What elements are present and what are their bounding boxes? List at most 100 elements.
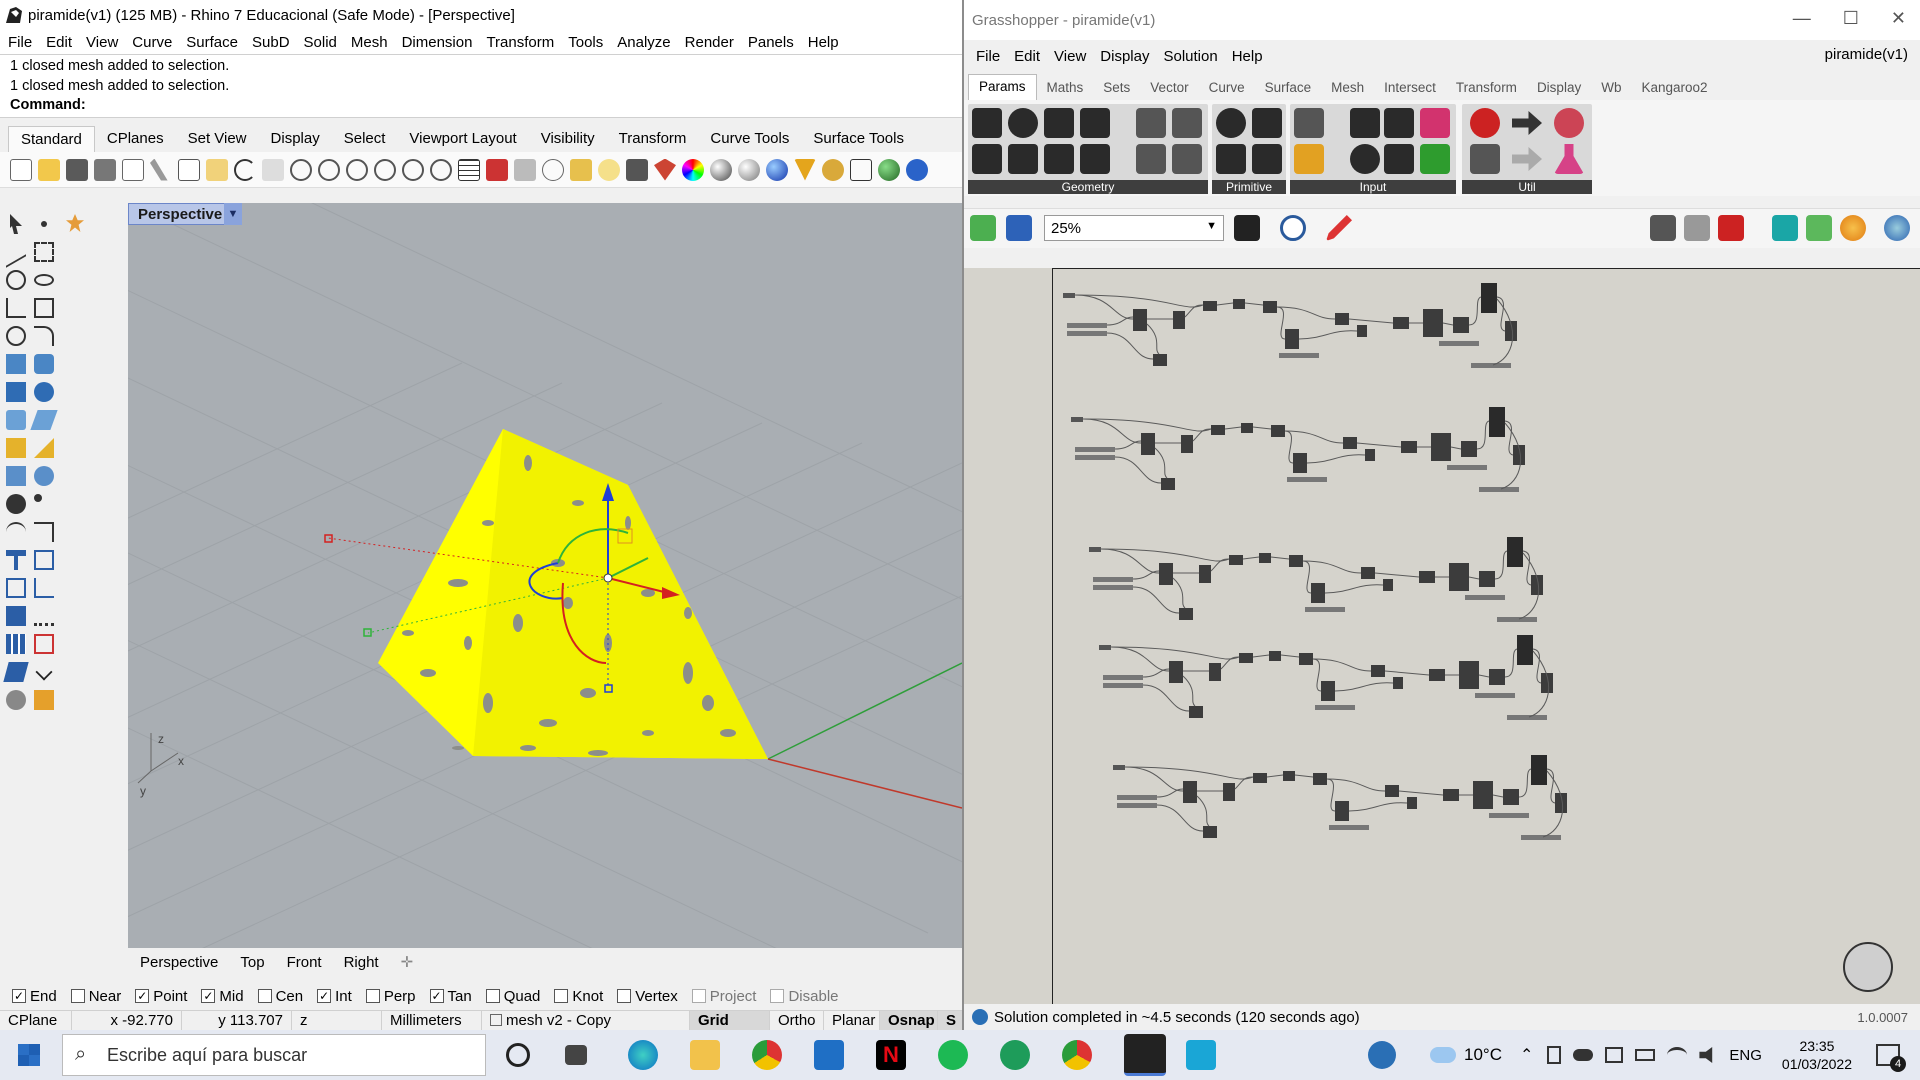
zoom-extents-icon[interactable]: [374, 158, 396, 181]
paste-icon[interactable]: [206, 158, 228, 181]
zoom-extents-icon[interactable]: [1234, 215, 1260, 241]
cplane-icon[interactable]: [542, 158, 564, 181]
tab-curve-tools[interactable]: Curve Tools: [698, 126, 801, 152]
menu-analyze[interactable]: Analyze: [617, 34, 670, 51]
gh-menu-display[interactable]: Display: [1100, 48, 1149, 65]
render-tools-icon[interactable]: [6, 690, 26, 710]
edge-icon[interactable]: [628, 1040, 658, 1070]
preview-eye-icon[interactable]: [1280, 215, 1306, 241]
camera-icon[interactable]: [514, 158, 536, 181]
hatch-icon[interactable]: [34, 606, 54, 626]
gear-options-icon[interactable]: [822, 158, 844, 181]
gh-tab-mesh[interactable]: Mesh: [1321, 80, 1374, 95]
osnap-vertex[interactable]: Vertex: [617, 988, 678, 1005]
gh-tab-maths[interactable]: Maths: [1037, 80, 1094, 95]
cherry-picker-icon[interactable]: [1470, 108, 1500, 138]
arc-icon[interactable]: [6, 298, 26, 318]
select-arrow-icon[interactable]: [10, 214, 22, 234]
shaded-sphere-icon[interactable]: [710, 158, 732, 181]
gh-tab-transform[interactable]: Transform: [1446, 80, 1527, 95]
chevron-up-icon[interactable]: ⌃: [1520, 1045, 1533, 1065]
render-mesh-icon[interactable]: [6, 466, 26, 486]
materials-icon[interactable]: [654, 158, 676, 181]
array-icon[interactable]: [6, 634, 26, 654]
menu-curve[interactable]: Curve: [132, 34, 172, 51]
zoom-window-icon[interactable]: [346, 158, 368, 181]
mesh-icon[interactable]: [6, 438, 26, 458]
device-icon[interactable]: [1547, 1046, 1562, 1064]
osnap-mid[interactable]: ✓ Mid: [201, 988, 244, 1005]
color-sphere-icon[interactable]: [1840, 215, 1866, 241]
light-bulb-icon[interactable]: [598, 158, 620, 181]
box-param-icon[interactable]: [1080, 144, 1110, 174]
preview-selected-icon[interactable]: [1718, 215, 1744, 241]
menu-render[interactable]: Render: [685, 34, 734, 51]
gh-tab-intersect[interactable]: Intersect: [1374, 80, 1446, 95]
tab-set-view[interactable]: Set View: [176, 126, 259, 152]
tab-select[interactable]: Select: [332, 126, 398, 152]
explode-icon[interactable]: [34, 522, 54, 542]
gh-tab-vector[interactable]: Vector: [1140, 80, 1198, 95]
status-units[interactable]: Millimeters: [382, 1010, 482, 1031]
grasshopper-icon[interactable]: [878, 158, 900, 181]
button-input-icon[interactable]: [1350, 144, 1380, 174]
rectangle-icon[interactable]: [34, 298, 54, 318]
ortho-toggle[interactable]: Ortho: [770, 1010, 824, 1031]
lock-icon[interactable]: [626, 158, 648, 181]
new-file-icon[interactable]: [10, 158, 32, 181]
analyze-icon[interactable]: [34, 634, 54, 654]
circle-param-icon[interactable]: [1008, 108, 1038, 138]
menu-view[interactable]: View: [86, 34, 118, 51]
curve-cv-icon[interactable]: [34, 242, 54, 262]
menu-panels[interactable]: Panels: [748, 34, 794, 51]
block-icon[interactable]: [6, 606, 26, 626]
maximize-icon[interactable]: ☐: [1843, 8, 1859, 29]
osnap-perp[interactable]: Perp: [365, 988, 416, 1005]
brep-param-icon[interactable]: [1136, 108, 1166, 138]
render-sphere-icon[interactable]: [766, 158, 788, 181]
taskbar-search-box[interactable]: ⌕ Escribe aquí para buscar: [62, 1034, 486, 1076]
tab-display[interactable]: Display: [259, 126, 332, 152]
gh-menu-view[interactable]: View: [1054, 48, 1086, 65]
minimize-icon[interactable]: —: [1793, 8, 1811, 29]
help-icon[interactable]: [906, 158, 928, 181]
add-viewport-icon[interactable]: ✛: [401, 953, 414, 971]
point-icon[interactable]: [41, 221, 47, 227]
status-cplane[interactable]: CPlane: [0, 1010, 72, 1031]
save-icon[interactable]: [66, 158, 88, 181]
move-icon[interactable]: [34, 550, 54, 570]
drafting-icon[interactable]: [3, 662, 29, 682]
grid-snap-toggle[interactable]: Grid Snap: [690, 1010, 770, 1049]
help-tray-icon[interactable]: [1368, 1041, 1397, 1069]
smarttrack-toggle[interactable]: S: [938, 1010, 962, 1031]
rotate-view-icon[interactable]: [290, 158, 312, 181]
mesh-param-icon[interactable]: [1172, 108, 1202, 138]
input-language[interactable]: ENG: [1729, 1047, 1762, 1064]
tab-standard[interactable]: Standard: [8, 126, 95, 152]
osnap-point[interactable]: ✓ Point: [135, 988, 187, 1005]
leaf-icon[interactable]: [66, 214, 84, 232]
osnap-disable[interactable]: Disable: [770, 988, 839, 1005]
slider-icon[interactable]: [1420, 108, 1450, 138]
data-dam-arrow-icon[interactable]: [1512, 111, 1542, 135]
four-viewports-icon[interactable]: [458, 158, 480, 181]
gh-menu-edit[interactable]: Edit: [1014, 48, 1040, 65]
osnap-int[interactable]: ✓ Int: [317, 988, 352, 1005]
chrome-icon[interactable]: [752, 1040, 782, 1070]
gh-tab-params[interactable]: Params: [968, 74, 1037, 100]
blue-sphere-icon[interactable]: [1884, 215, 1910, 241]
gh-definition-row[interactable]: [1070, 406, 1526, 493]
viewport-tab-right[interactable]: Right: [344, 954, 379, 971]
color-wheel-icon[interactable]: [682, 158, 704, 181]
loft-icon[interactable]: [34, 354, 54, 374]
tab-cplanes[interactable]: CPlanes: [95, 126, 176, 152]
menu-tools[interactable]: Tools: [568, 34, 603, 51]
zoom-all-icon[interactable]: [430, 158, 452, 181]
value-list-icon[interactable]: [1384, 108, 1414, 138]
material-editor-icon[interactable]: [34, 690, 54, 710]
gh-definition-row[interactable]: [1088, 536, 1544, 623]
gh-tab-surface[interactable]: Surface: [1255, 80, 1322, 95]
dimension-icon[interactable]: [34, 578, 54, 598]
geometry-param-icon[interactable]: [972, 108, 1002, 138]
gh-menu-file[interactable]: File: [976, 48, 1000, 65]
